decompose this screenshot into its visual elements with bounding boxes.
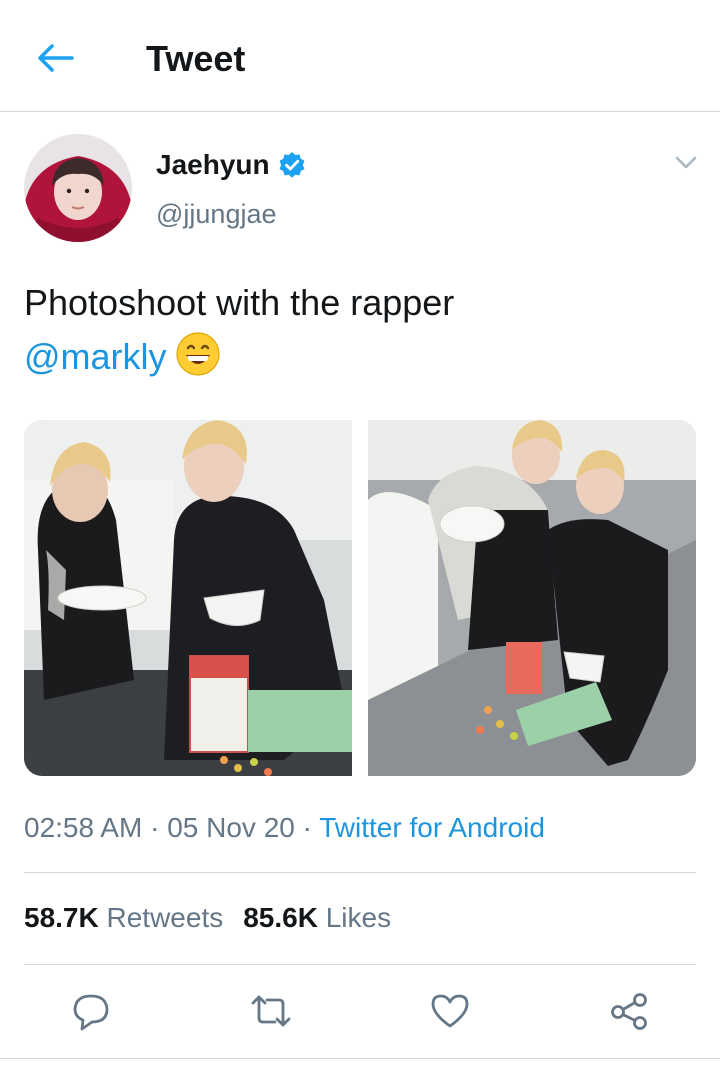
author-handle[interactable]: @jjungjae [156,197,277,231]
retweet-icon [251,995,291,1027]
like-icon [431,994,469,1028]
reply-icon [73,994,109,1031]
reply-button[interactable] [68,988,114,1034]
tweet-photo-1[interactable] [24,420,352,776]
avatar[interactable] [24,134,132,242]
share-icon [611,993,647,1030]
likes-stat[interactable]: 85.6K Likes [243,902,391,933]
back-button[interactable] [30,38,80,78]
page-title: Tweet [146,38,246,79]
more-options-button[interactable] [668,148,704,178]
meta-separator: · [302,812,312,843]
retweets-stat[interactable]: 58.7K Retweets [24,902,223,933]
verified-badge-icon [279,152,305,178]
like-button[interactable] [427,988,473,1034]
grinning-face-emoji [175,332,220,376]
author-name-text: Jaehyun [156,149,270,180]
tweet-meta: 02:58 AM · 05 Nov 20 · Twitter for Andro… [24,808,545,848]
tweet-text: Photoshoot with the rapper @markly [24,276,696,384]
divider [24,872,696,873]
retweets-count: 58.7K [24,902,99,933]
divider [0,1058,720,1059]
tweet-stats: 58.7K Retweets 85.6K Likes [24,898,391,938]
retweets-label: Retweets [106,902,224,933]
tweet-photo-2[interactable] [368,420,696,776]
chevron-down-icon [675,156,697,169]
divider [24,964,696,965]
author-display-name[interactable]: Jaehyun [156,148,306,182]
tweet-time: 02:58 AM [24,812,143,843]
top-app-bar: Tweet [0,0,720,112]
back-arrow-icon [38,44,74,72]
tweet-date: 05 Nov 20 [167,812,295,843]
retweet-button[interactable] [248,988,294,1034]
meta-separator: · [150,812,160,843]
tweet-source-link[interactable]: Twitter for Android [319,812,545,843]
likes-count: 85.6K [243,902,318,933]
likes-label: Likes [325,902,392,933]
mention-link[interactable]: @markly [24,336,167,377]
tweet-text-body: Photoshoot with the rapper [24,282,455,323]
share-button[interactable] [606,988,652,1034]
